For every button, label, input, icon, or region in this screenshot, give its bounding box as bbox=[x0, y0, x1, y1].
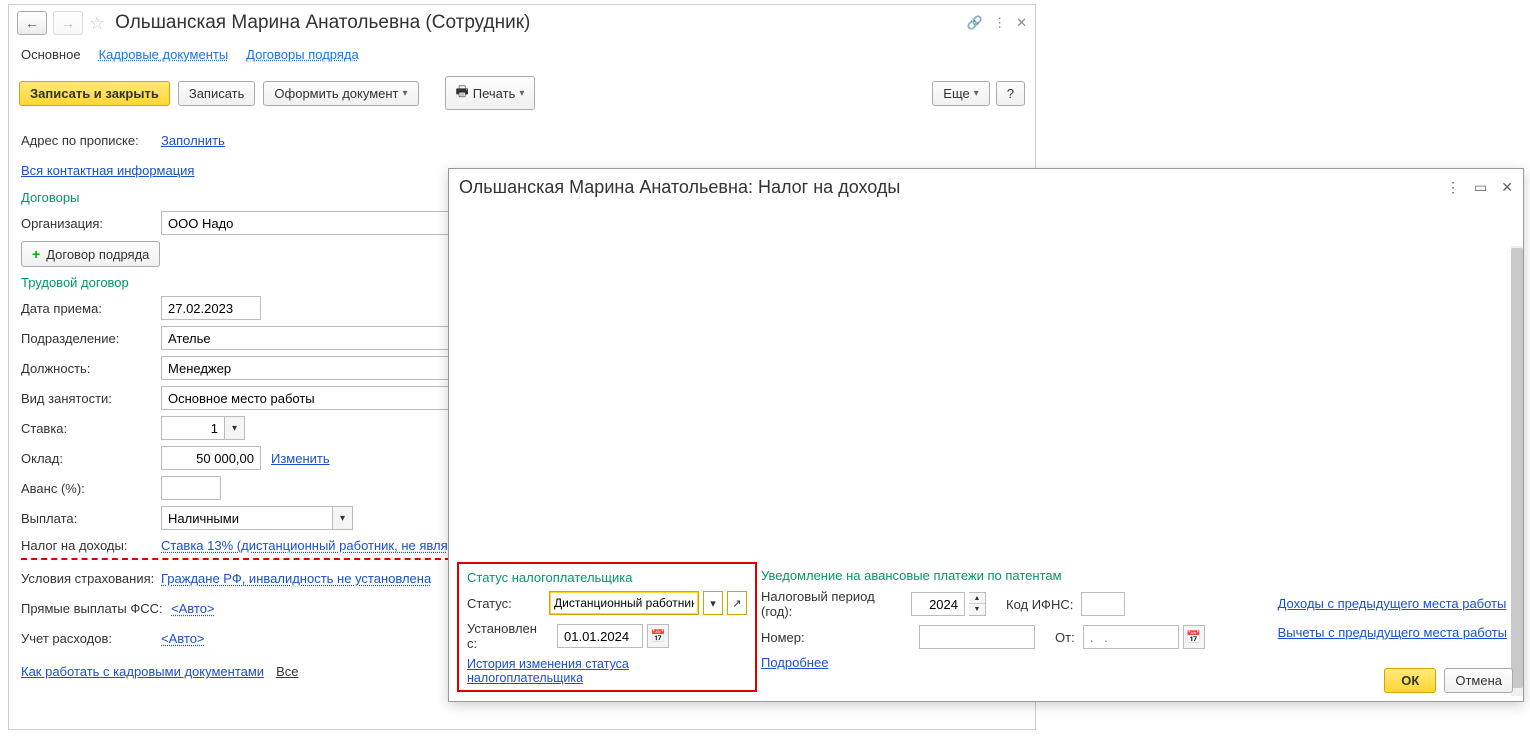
status-label: Статус: bbox=[467, 596, 541, 611]
link-icon[interactable]: 🔗 bbox=[967, 15, 983, 31]
tab-hr-docs[interactable]: Кадровые документы bbox=[99, 47, 229, 62]
more-button[interactable]: Еще ▾ bbox=[932, 81, 989, 106]
status-open-button[interactable]: ↗ bbox=[727, 591, 747, 615]
taxpayer-section-title: Статус налогоплательщика bbox=[467, 570, 747, 585]
address-label: Адрес по прописке: bbox=[21, 133, 161, 148]
position-label: Должность: bbox=[21, 361, 161, 376]
payment-label: Выплата: bbox=[21, 511, 161, 526]
rate-input[interactable] bbox=[161, 416, 225, 440]
toolbar: Записать и закрыть Записать Оформить док… bbox=[9, 72, 1035, 120]
cancel-button[interactable]: Отмена bbox=[1444, 668, 1513, 693]
rate-label: Ставка: bbox=[21, 421, 161, 436]
salary-label: Оклад: bbox=[21, 451, 161, 466]
insurance-label: Условия страхования: bbox=[21, 571, 161, 586]
modal-scrollbar[interactable] bbox=[1511, 246, 1523, 696]
rate-dropdown-button[interactable]: ▾ bbox=[225, 416, 245, 440]
create-doc-button[interactable]: Оформить документ ▾ bbox=[263, 81, 418, 106]
close-icon[interactable]: ✕ bbox=[1016, 15, 1027, 31]
ok-button[interactable]: ОК bbox=[1384, 668, 1436, 693]
ifns-input[interactable] bbox=[1081, 592, 1125, 616]
tab-contracts[interactable]: Договоры подряда bbox=[246, 47, 359, 62]
all-contact-link[interactable]: Вся контактная информация bbox=[21, 163, 194, 178]
change-salary-link[interactable]: Изменить bbox=[271, 451, 330, 466]
fill-address-link[interactable]: Заполнить bbox=[161, 133, 225, 148]
payment-dropdown-button[interactable]: ▾ bbox=[333, 506, 353, 530]
org-input[interactable] bbox=[161, 211, 451, 235]
modal-close-icon[interactable]: ✕ bbox=[1501, 179, 1513, 196]
calendar-icon[interactable]: 📅 bbox=[647, 624, 669, 648]
add-contract-button[interactable]: + Договор подряда bbox=[21, 241, 160, 267]
tab-bar: Основное Кадровые документы Договоры под… bbox=[9, 41, 1035, 72]
back-button[interactable]: ← bbox=[17, 11, 47, 35]
tax-period-spinner[interactable]: ▲▼ bbox=[969, 592, 986, 616]
modal-title: Ольшанская Марина Анатольевна: Налог на … bbox=[459, 177, 900, 198]
kebab-icon[interactable]: ⋮ bbox=[993, 15, 1006, 31]
status-history-link[interactable]: История изменения статуса налогоплательщ… bbox=[467, 657, 747, 685]
number-input[interactable] bbox=[919, 625, 1035, 649]
taxpayer-status-highlight: Статус налогоплательщика Статус: ▾ ↗ Уст… bbox=[457, 562, 757, 692]
advance-input[interactable] bbox=[161, 476, 221, 500]
help-button[interactable]: ? bbox=[996, 81, 1025, 106]
expenses-label: Учет расходов: bbox=[21, 631, 161, 646]
save-button[interactable]: Записать bbox=[178, 81, 256, 106]
footer-all-link[interactable]: Все bbox=[276, 664, 298, 679]
chevron-down-icon: ▾ bbox=[403, 88, 408, 99]
tax-period-input[interactable] bbox=[911, 592, 965, 616]
plus-icon: + bbox=[32, 246, 40, 262]
page-title: Ольшанская Марина Анатольевна (Сотрудник… bbox=[115, 12, 530, 34]
status-dropdown-button[interactable]: ▾ bbox=[703, 591, 723, 615]
from-label: От: bbox=[1055, 630, 1075, 645]
modal-titlebar: Ольшанская Марина Анатольевна: Налог на … bbox=[449, 169, 1523, 206]
status-input[interactable] bbox=[549, 591, 699, 615]
forward-button[interactable]: → bbox=[53, 11, 83, 35]
add-contract-label: Договор подряда bbox=[46, 247, 149, 262]
tax-link[interactable]: Ставка 13% (дистанционный работник, не я… bbox=[161, 538, 448, 553]
tax-period-label: Налоговый период (год): bbox=[761, 589, 903, 619]
set-from-input[interactable] bbox=[557, 624, 643, 648]
payment-input[interactable] bbox=[161, 506, 333, 530]
howto-link[interactable]: Как работать с кадровыми документами bbox=[21, 664, 264, 679]
position-input[interactable] bbox=[161, 356, 451, 380]
tab-main[interactable]: Основное bbox=[21, 47, 81, 62]
print-label: Печать bbox=[473, 86, 516, 101]
titlebar: ← → ☆ Ольшанская Марина Анатольевна (Сот… bbox=[9, 5, 1035, 41]
scrollbar-thumb[interactable] bbox=[1511, 248, 1523, 688]
income-tax-dialog: Ольшанская Марина Анатольевна: Налог на … bbox=[448, 168, 1524, 702]
dept-input[interactable] bbox=[161, 326, 451, 350]
print-button[interactable]: Печать ▾ bbox=[445, 76, 536, 110]
chevron-down-icon: ▾ bbox=[519, 88, 524, 99]
prev-income-link[interactable]: Доходы с предыдущего места работы bbox=[1278, 596, 1507, 611]
insurance-link[interactable]: Граждане РФ, инвалидность не установлена bbox=[161, 571, 431, 586]
tax-label: Налог на доходы: bbox=[21, 538, 161, 553]
hire-date-label: Дата приема: bbox=[21, 301, 161, 316]
from-date-input[interactable] bbox=[1083, 625, 1179, 649]
from-calendar-icon[interactable]: 📅 bbox=[1183, 625, 1205, 649]
fss-label: Прямые выплаты ФСС: bbox=[21, 601, 171, 616]
employment-label: Вид занятости: bbox=[21, 391, 161, 406]
ifns-label: Код ИФНС: bbox=[1006, 597, 1073, 612]
set-from-label: Установлен с: bbox=[467, 621, 549, 651]
create-doc-label: Оформить документ bbox=[274, 86, 398, 101]
prev-deductions-link[interactable]: Вычеты с предыдущего места работы bbox=[1278, 625, 1507, 640]
employment-input[interactable] bbox=[161, 386, 451, 410]
print-icon bbox=[456, 81, 469, 105]
more-details-link[interactable]: Подробнее bbox=[761, 655, 828, 670]
dept-label: Подразделение: bbox=[21, 331, 161, 346]
more-label: Еще bbox=[943, 86, 969, 101]
modal-maximize-icon[interactable]: ▭ bbox=[1474, 179, 1487, 196]
advance-label: Аванс (%): bbox=[21, 481, 161, 496]
modal-kebab-icon[interactable]: ⋮ bbox=[1446, 179, 1460, 196]
hire-date-input[interactable] bbox=[161, 296, 261, 320]
salary-input[interactable] bbox=[161, 446, 261, 470]
patent-notice-section-title: Уведомление на авансовые платежи по пате… bbox=[761, 568, 1521, 583]
number-label: Номер: bbox=[761, 630, 809, 645]
org-label: Организация: bbox=[21, 216, 161, 231]
favorite-icon[interactable]: ☆ bbox=[89, 13, 105, 34]
chevron-down-icon: ▾ bbox=[974, 88, 979, 99]
expenses-link[interactable]: <Авто> bbox=[161, 631, 205, 646]
fss-link[interactable]: <Авто> bbox=[171, 601, 215, 616]
save-close-button[interactable]: Записать и закрыть bbox=[19, 81, 170, 106]
